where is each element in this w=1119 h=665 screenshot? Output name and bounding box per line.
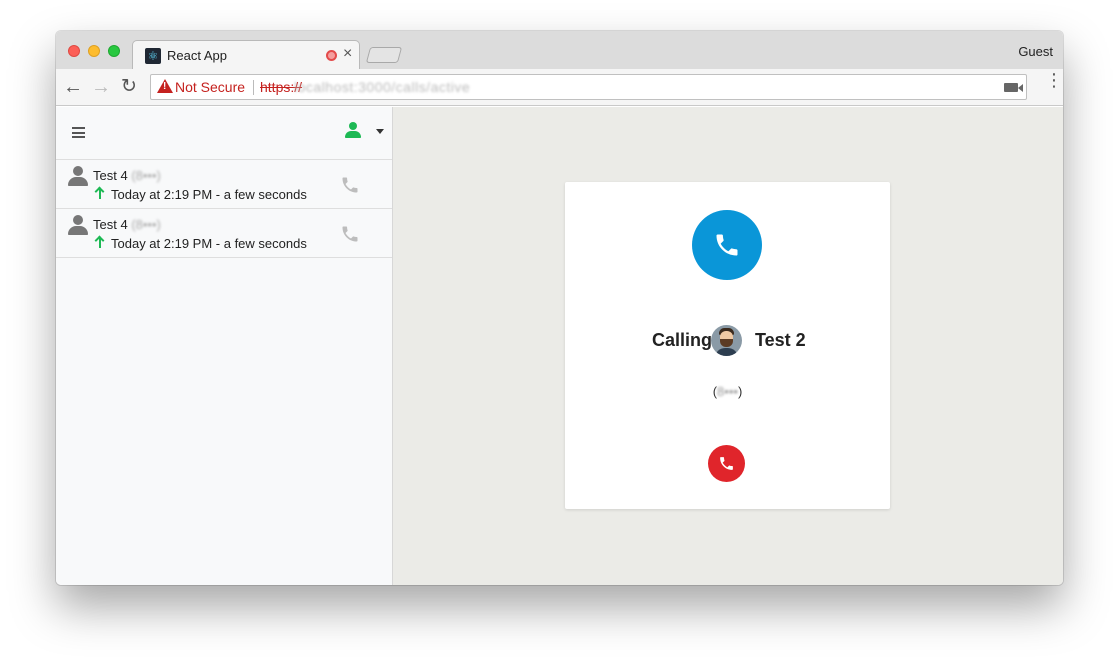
security-indicator[interactable]: Not Secure: [175, 79, 245, 95]
back-arrow-icon[interactable]: ←: [61, 75, 85, 99]
outgoing-arrow-icon: [94, 186, 106, 200]
forward-arrow-icon[interactable]: →: [89, 75, 113, 99]
call-main-panel: Calling Test 2 (8•••): [393, 107, 1063, 585]
user-online-icon[interactable]: [345, 122, 361, 140]
call-back-phone-icon[interactable]: [340, 175, 360, 195]
tab-close-icon[interactable]: ×: [343, 45, 352, 63]
address-bar[interactable]: Not Secure https:// localhost:3000/calls…: [150, 74, 1027, 100]
call-status-label: Calling: [652, 330, 713, 350]
call-contact-name: Test 4 (8•••): [93, 217, 161, 232]
person-icon: [68, 215, 88, 235]
warning-icon: [157, 79, 173, 93]
hang-up-phone-icon: [720, 457, 733, 470]
call-history-sidebar: Test 4 (8•••) Today at 2:19 PM - a few s…: [56, 107, 393, 585]
browser-window: ⚛ React App × Guest ← → ↻ Not Secure htt…: [56, 31, 1063, 585]
call-contact-number: (8•••): [131, 217, 161, 232]
call-history-item[interactable]: Test 4 (8•••) Today at 2:19 PM - a few s…: [56, 209, 392, 258]
recording-indicator-icon: [326, 50, 337, 61]
outgoing-arrow-icon: [94, 235, 106, 249]
person-icon: [68, 166, 88, 186]
call-time: Today at 2:19 PM - a few seconds: [111, 236, 307, 251]
call-time: Today at 2:19 PM - a few seconds: [111, 187, 307, 202]
call-contact-number: (8•••): [712, 384, 743, 399]
new-tab-button[interactable]: [365, 47, 403, 63]
tab-strip: ⚛ React App × Guest: [56, 31, 1063, 70]
call-contact-name: Test 4 (8•••): [93, 168, 161, 183]
chevron-down-icon[interactable]: [376, 129, 384, 134]
window-minimize-button[interactable]: [88, 45, 100, 57]
call-status-button[interactable]: [692, 210, 762, 280]
avatar: [711, 325, 742, 356]
camera-icon[interactable]: [1004, 83, 1023, 92]
browser-tab[interactable]: ⚛ React App ×: [132, 40, 360, 70]
window-close-button[interactable]: [68, 45, 80, 57]
calling-header: Calling Test 2: [565, 324, 890, 358]
more-options-icon[interactable]: ⋮: [1045, 71, 1063, 97]
call-contact-number: (8•••): [131, 168, 161, 183]
phone-icon: [716, 234, 738, 256]
app-content: Test 4 (8•••) Today at 2:19 PM - a few s…: [56, 107, 1063, 585]
address-separator: [253, 80, 254, 95]
react-icon: ⚛: [145, 48, 161, 64]
hang-up-button[interactable]: [708, 445, 745, 482]
call-back-phone-icon[interactable]: [340, 224, 360, 244]
call-history-item[interactable]: Test 4 (8•••) Today at 2:19 PM - a few s…: [56, 160, 392, 209]
tab-title: React App: [167, 48, 227, 63]
window-maximize-button[interactable]: [108, 45, 120, 57]
profile-label[interactable]: Guest: [1018, 44, 1053, 59]
sidebar-header: [56, 107, 392, 160]
url-text: localhost:3000/calls/active: [294, 79, 471, 95]
hamburger-icon[interactable]: [72, 127, 85, 138]
call-contact-name: Test 2: [755, 330, 806, 350]
reload-icon[interactable]: ↻: [117, 75, 141, 99]
active-call-card: Calling Test 2 (8•••): [565, 182, 890, 509]
browser-toolbar: ← → ↻ Not Secure https:// localhost:3000…: [56, 69, 1063, 106]
